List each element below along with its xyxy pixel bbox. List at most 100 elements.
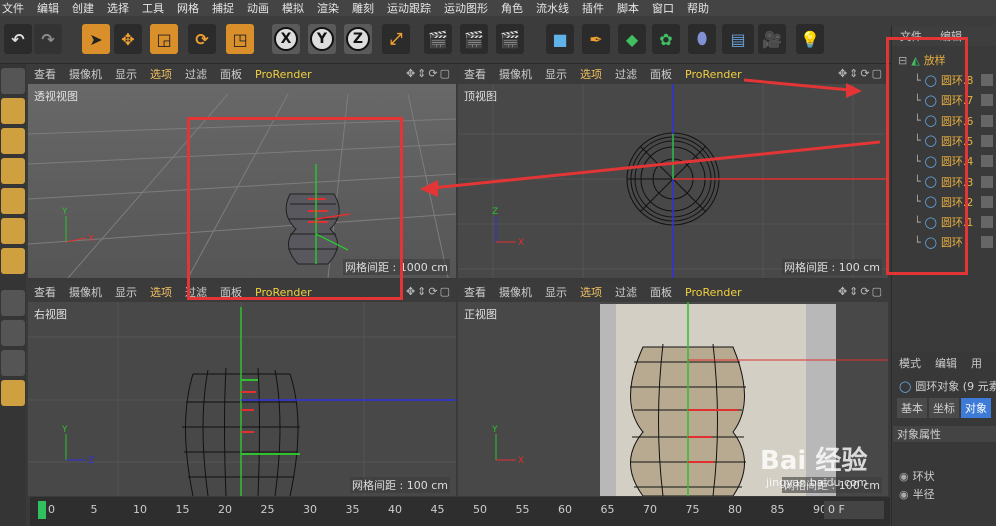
top-scene: Z X xyxy=(458,84,888,278)
menu-item[interactable]: 窗口 xyxy=(652,0,674,16)
z-axis-icon: Z xyxy=(346,27,370,51)
visibility-toggle[interactable] xyxy=(981,134,993,147)
menu-item[interactable]: 选择 xyxy=(107,0,129,16)
visibility-toggle[interactable] xyxy=(981,155,993,168)
main-toolbar: ↶ ↷ ➤ ✥ ◲ ⟳ ◳ X Y Z ⤢ 🎬 🎬 🎬 ■ ✒ ◆ ✿ ⬮ ▤ … xyxy=(0,16,996,64)
tweak-tool[interactable] xyxy=(1,320,25,346)
cube-button[interactable]: ■ xyxy=(546,24,574,54)
attr-menu-edit[interactable]: 编辑 xyxy=(935,355,957,371)
y-axis-button[interactable]: Y xyxy=(308,24,336,54)
visibility-toggle[interactable] xyxy=(981,94,993,107)
timeline-tick: 65 xyxy=(600,503,615,516)
enable-axis-tool[interactable] xyxy=(1,290,25,316)
menu-item[interactable]: 雕刻 xyxy=(352,0,374,16)
menu-item[interactable]: 模拟 xyxy=(282,0,304,16)
menu-item[interactable]: 动画 xyxy=(247,0,269,16)
subdivision-button[interactable]: ◆ xyxy=(618,24,646,54)
visibility-toggle[interactable] xyxy=(981,195,993,208)
cursor-icon: ➤ xyxy=(89,29,103,49)
menu-item[interactable]: 文件 xyxy=(2,0,24,16)
menu-item[interactable]: 编辑 xyxy=(37,0,59,16)
camera-button[interactable]: 🎥 xyxy=(758,24,786,54)
menu-item[interactable]: 运动图形 xyxy=(444,0,488,16)
snap-tool[interactable] xyxy=(1,350,25,376)
coordinate-tool-button[interactable]: ◳ xyxy=(226,24,254,54)
floor-button[interactable]: ▤ xyxy=(722,24,754,54)
ring-option[interactable]: ◉ 环状 xyxy=(893,468,996,484)
light-button[interactable]: 💡 xyxy=(796,24,824,54)
menu-item[interactable]: 渲染 xyxy=(317,0,339,16)
clapper-render-icon: 🎬 xyxy=(464,29,484,49)
svg-text:Y: Y xyxy=(61,207,68,217)
axis-gizmo: Y X xyxy=(61,207,94,244)
svg-text:X: X xyxy=(88,234,94,244)
x-axis-button[interactable]: X xyxy=(272,24,300,54)
top-viewport[interactable]: 查看 摄像机 显示 选项 过滤 面板 ProRender ✥⇕⟳▢ 顶视图 Z … xyxy=(458,64,888,278)
menu-item[interactable]: 脚本 xyxy=(617,0,639,16)
attr-tabs: 基本 坐标 对象 xyxy=(893,398,996,418)
sphere-tool[interactable] xyxy=(1,68,25,94)
render-settings-button[interactable]: 🎬 xyxy=(496,24,524,54)
visibility-toggle[interactable] xyxy=(981,74,993,86)
timeline-tick: 85 xyxy=(770,503,785,516)
visibility-toggle[interactable] xyxy=(981,216,993,229)
redo-button[interactable]: ↷ xyxy=(34,24,62,54)
menu-item[interactable]: 网格 xyxy=(177,0,199,16)
svg-text:X: X xyxy=(518,238,524,248)
deformer-button[interactable]: ⬮ xyxy=(688,24,716,54)
timeline-tick: 60 xyxy=(558,503,572,516)
magnet-tool[interactable] xyxy=(1,380,25,406)
menu-item[interactable]: 帮助 xyxy=(687,0,709,16)
radius-option[interactable]: ◉ 半径 xyxy=(893,486,996,502)
menu-item[interactable]: 创建 xyxy=(72,0,94,16)
tab-coord[interactable]: 坐标 xyxy=(929,398,959,418)
world-coordinate-button[interactable]: ⤢ xyxy=(382,24,410,54)
timeline-tick: 20 xyxy=(218,503,232,516)
menu-item[interactable]: 插件 xyxy=(582,0,604,16)
select-tool-button[interactable]: ➤ xyxy=(82,24,110,54)
workplane-tool[interactable] xyxy=(1,158,25,184)
array-button[interactable]: ✿ xyxy=(652,24,680,54)
timeline-tick: 55 xyxy=(515,503,530,516)
timeline-playhead[interactable] xyxy=(38,501,46,519)
points-mode-tool[interactable] xyxy=(1,188,25,214)
edges-mode-tool[interactable] xyxy=(1,218,25,244)
svg-text:Z: Z xyxy=(88,456,94,466)
current-frame-field[interactable]: 0 F xyxy=(824,501,884,519)
scale-tool-button[interactable]: ◲ xyxy=(150,24,178,54)
visibility-toggle[interactable] xyxy=(981,175,993,188)
attr-menu-mode[interactable]: 模式 xyxy=(899,355,921,371)
model-mode-tool[interactable] xyxy=(1,98,25,124)
right-viewport[interactable]: 查看 摄像机 显示 选项 过滤 面板 ProRender ✥⇕⟳▢ 右视图 Y … xyxy=(28,282,456,496)
render-view-button[interactable]: 🎬 xyxy=(424,24,452,54)
timeline-tick: 80 xyxy=(728,503,742,516)
tab-basic[interactable]: 基本 xyxy=(897,398,927,418)
render-picture-button[interactable]: 🎬 xyxy=(460,24,488,54)
timeline-tick: 15 xyxy=(175,503,190,516)
move-tool-button[interactable]: ✥ xyxy=(114,24,142,54)
move-icon: ✥ xyxy=(121,29,135,49)
pen-button[interactable]: ✒ xyxy=(582,24,610,54)
undo-button[interactable]: ↶ xyxy=(4,24,32,54)
deformer-icon: ⬮ xyxy=(696,29,708,48)
menu-item[interactable]: 捕捉 xyxy=(212,0,234,16)
menu-item[interactable]: 角色 xyxy=(501,0,523,16)
visibility-toggle[interactable] xyxy=(981,236,993,249)
rotate-tool-button[interactable]: ⟳ xyxy=(188,24,216,54)
texture-mode-tool[interactable] xyxy=(1,128,25,154)
rotate-icon: ⟳ xyxy=(195,29,209,49)
timeline-tick: 75 xyxy=(685,503,700,516)
polygons-mode-tool[interactable] xyxy=(1,248,25,274)
attr-menu-user[interactable]: 用 xyxy=(971,355,982,371)
tab-object[interactable]: 对象 xyxy=(961,398,991,418)
grid-spacing-label: 网格间距 : 100 cm xyxy=(782,259,882,275)
left-toolbar xyxy=(0,64,26,526)
menu-item[interactable]: 运动跟踪 xyxy=(387,0,431,16)
y-axis-icon: Y xyxy=(310,27,334,51)
timeline[interactable]: 0 5 10 15 20 25 30 35 40 45 50 55 60 65 70 75 80 85 90 0 F xyxy=(30,497,890,526)
menu-item[interactable]: 工具 xyxy=(142,0,164,16)
watermark-logo: Bai 经验 xyxy=(760,446,868,476)
menu-item[interactable]: 流水线 xyxy=(536,0,569,16)
z-axis-button[interactable]: Z xyxy=(344,24,372,54)
visibility-toggle[interactable] xyxy=(981,114,993,127)
